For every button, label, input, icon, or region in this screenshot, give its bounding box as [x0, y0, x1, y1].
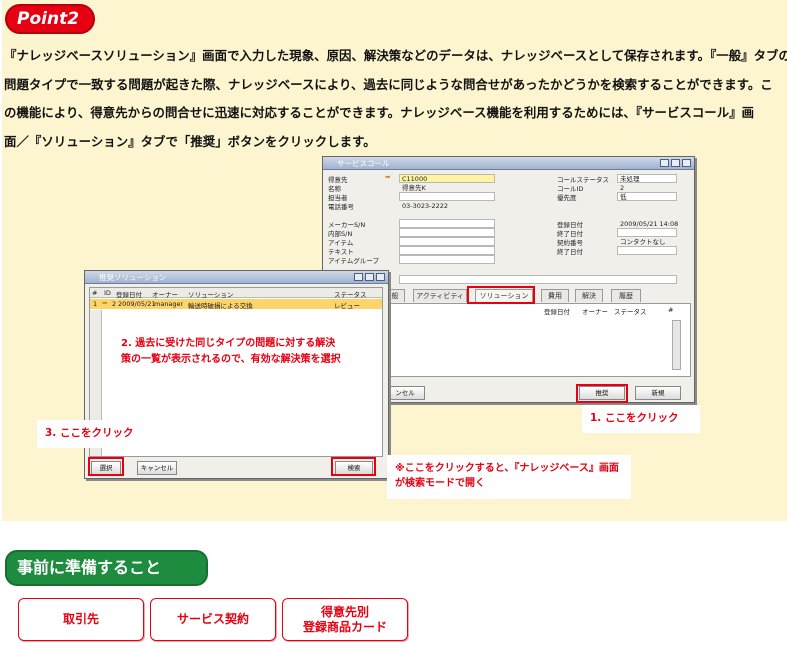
minimize-icon[interactable]	[660, 159, 669, 167]
created-date-field: 2009/05/21 14:08	[620, 220, 679, 228]
priority-select[interactable]: 低	[617, 192, 677, 201]
call-status-select[interactable]: 未処理	[617, 174, 677, 183]
subject-field[interactable]	[399, 275, 677, 284]
description-line: 『ナレッジベースソリューション』画面で入力した現象、原因、解決策などのデータは、…	[4, 48, 787, 63]
column-header: #	[92, 289, 98, 297]
description: 『ナレッジベースソリューション』画面で入力した現象、原因、解決策などのデータは、…	[4, 42, 787, 156]
window-title: 推奨ソリューション	[99, 273, 167, 282]
point-badge: Point2	[5, 4, 95, 34]
window-title: サービスコール	[337, 159, 390, 168]
column-header: #	[668, 306, 674, 314]
cancel-button-partial[interactable]: ンセル	[385, 386, 425, 400]
callout-step2: 2. 過去に受けた同じタイプの問題に対する解決策の一覧が表示されるので、有効な解…	[113, 330, 351, 392]
tab-expenses[interactable]: 費用	[541, 289, 569, 302]
column-header: ステータス	[334, 291, 367, 299]
item-field[interactable]	[399, 237, 495, 246]
description-line: 面／『ソリューション』タブで「推奨」ボタンをクリックします。	[4, 133, 376, 149]
window-titlebar: 推奨ソリューション	[85, 271, 388, 284]
row-id: 2	[112, 300, 117, 308]
end-date-field[interactable]	[617, 228, 677, 237]
callout-note: ※ここをクリックすると、『ナレッジベース』画面が検索モードで開く	[387, 455, 631, 499]
text-field[interactable]	[399, 246, 495, 255]
row-status: レビュー	[334, 302, 360, 310]
maximize-icon[interactable]	[365, 273, 374, 281]
column-header: ソリューション	[188, 291, 234, 299]
phone-field[interactable]: 03-3023-2222	[399, 201, 495, 210]
section-title: 事前に準備すること	[5, 550, 208, 586]
solution-grid: 登録日付 オーナー ステータス #	[385, 303, 691, 377]
scrollbar[interactable]	[672, 320, 681, 370]
tab-resolution[interactable]: 解決	[575, 289, 603, 302]
description-line: の機能により、得意先からの問合せに迅速に対応することができます。ナレッジベース機…	[4, 105, 755, 120]
name-field[interactable]: 得意先K	[399, 183, 495, 192]
prep-button-service-contract[interactable]: サービス契約	[150, 598, 276, 641]
tab-history[interactable]: 履歴	[611, 289, 641, 302]
column-header: ID	[104, 289, 111, 297]
column-header: オーナー	[152, 291, 178, 299]
select-button-highlight	[88, 457, 124, 476]
link-arrow-icon[interactable]: ➡	[385, 173, 390, 181]
tab-activity[interactable]: アクティビティ	[413, 289, 467, 302]
maximize-icon[interactable]	[671, 159, 680, 167]
mfr-sn-field[interactable]	[399, 219, 495, 228]
contact-field[interactable]	[399, 192, 495, 201]
row-num: 1	[93, 300, 98, 308]
table-row[interactable]: 1 ➡ 2 2009/05/21 manager 輸送時破損による交換 レビュー	[90, 299, 382, 310]
row-solution: 輸送時破損による交換	[188, 302, 253, 310]
solution-tab-highlight	[467, 286, 535, 304]
link-arrow-icon[interactable]: ➡	[102, 299, 107, 307]
column-header: 登録日付	[544, 308, 570, 316]
recommend-button-highlight	[576, 384, 628, 403]
table-header: # ID 登録日付 オーナー ソリューション ステータス	[90, 288, 382, 299]
column-header: オーナー	[582, 308, 608, 316]
contract-no-field: コンタクトなし	[620, 238, 666, 246]
description-line: 問題タイプで一致する問題が起きた際、ナレッジベースにより、過去に同じような問合せ…	[4, 76, 773, 92]
prep-button-customer[interactable]: 取引先	[18, 598, 144, 641]
field-label: アイテムグループ	[328, 257, 379, 265]
window-titlebar: サービスコール	[323, 157, 694, 170]
row-date: 2009/05/21	[118, 300, 156, 308]
callout-step1: 1. ここをクリック	[582, 405, 700, 433]
cancel-button[interactable]: キャンセル	[137, 461, 177, 475]
field-label: 電話番号	[328, 203, 354, 211]
customer-field[interactable]: C11000	[399, 174, 495, 183]
call-id-field: 2	[620, 184, 625, 192]
item-group-field[interactable]	[399, 255, 495, 264]
internal-sn-field[interactable]	[399, 228, 495, 237]
end-date-field-2[interactable]	[617, 246, 677, 255]
callout-step3: 3. ここをクリック	[37, 420, 155, 448]
close-icon[interactable]	[376, 273, 385, 281]
new-button[interactable]: 新規	[635, 386, 681, 400]
search-button-highlight	[331, 457, 376, 476]
row-owner: manager	[154, 300, 184, 308]
prep-button-customer-equipment[interactable]: 得意先別 登録商品カード	[282, 598, 408, 641]
column-header: ステータス	[614, 308, 647, 316]
minimize-icon[interactable]	[354, 273, 363, 281]
field-label: 優先度	[557, 194, 577, 202]
field-label: 終了日付	[557, 248, 583, 256]
close-icon[interactable]	[682, 159, 691, 167]
column-header: 登録日付	[116, 291, 142, 299]
